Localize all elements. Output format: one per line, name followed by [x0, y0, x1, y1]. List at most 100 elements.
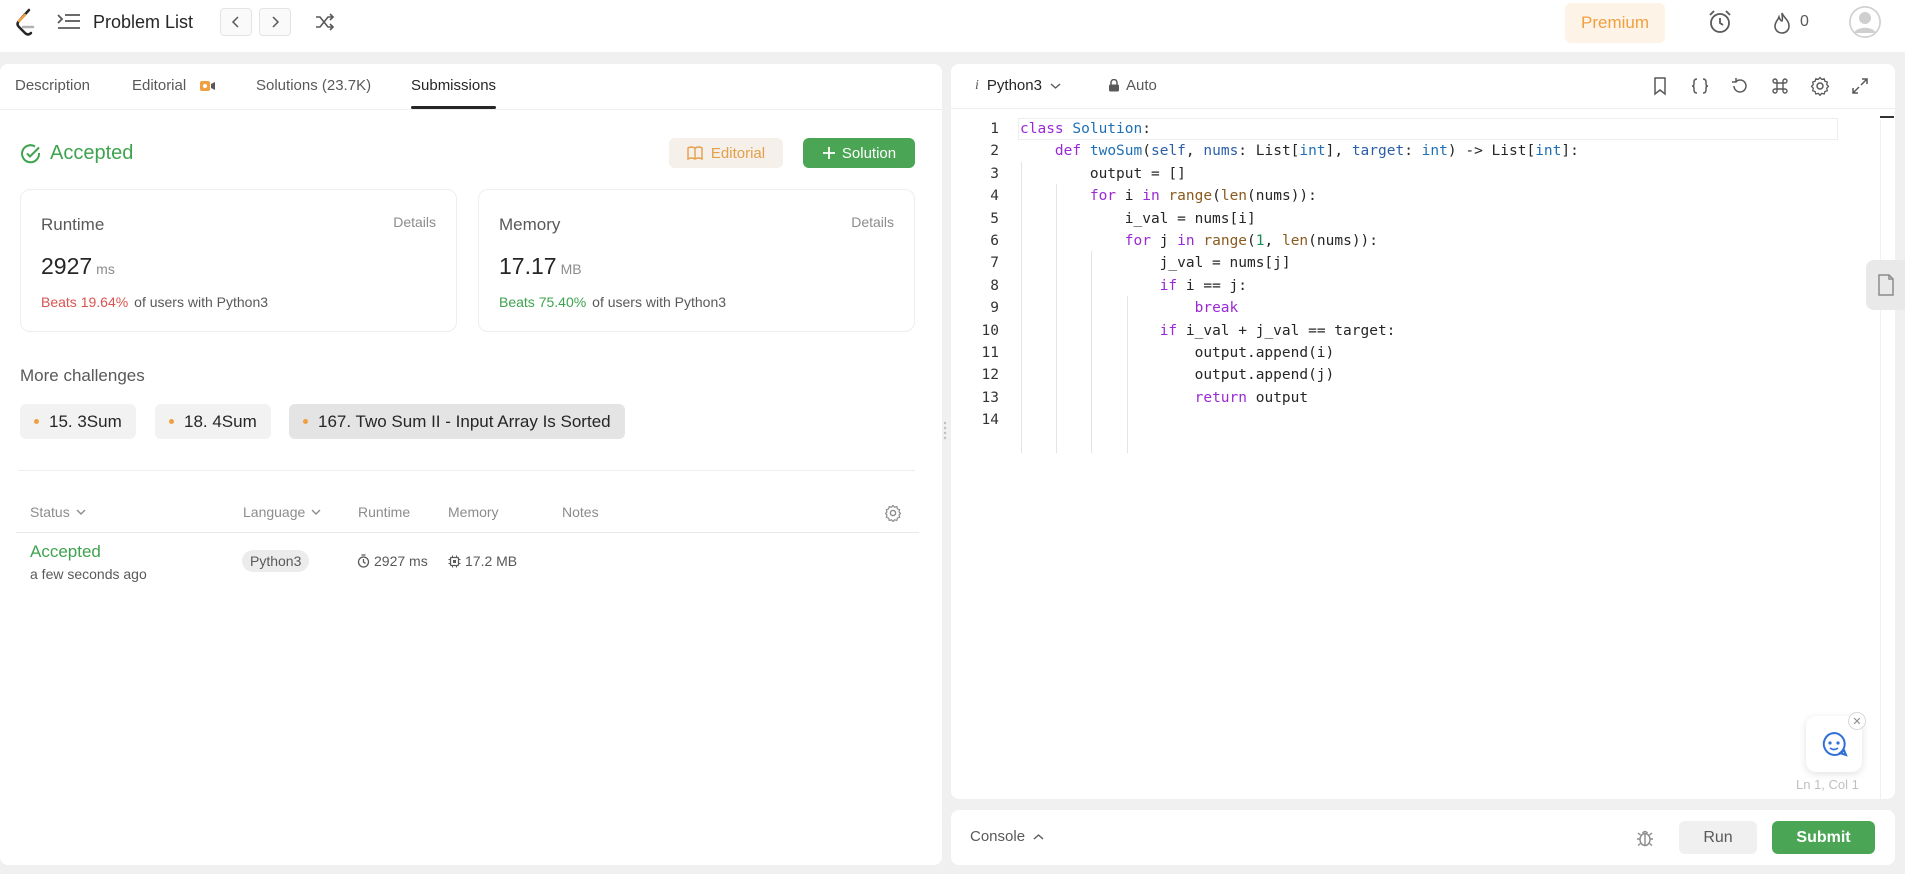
line-number: 12: [981, 367, 999, 384]
challenge-chip-label: 167. Two Sum II - Input Array Is Sorted: [318, 411, 611, 431]
code-text: for i in range(len(nums)):: [1089, 188, 1317, 205]
runtime-card[interactable]: Runtime Details 2927 ms Beats 19.64% of us…: [20, 189, 457, 332]
post-solution-button[interactable]: Solution: [803, 138, 915, 168]
tab-submissions[interactable]: Submissions: [411, 77, 496, 94]
language-header-label: Language: [243, 504, 306, 520]
status-column-header[interactable]: Status: [30, 504, 86, 520]
video-icon: [200, 81, 215, 91]
shuffle-icon[interactable]: [314, 11, 336, 33]
chip-icon: [448, 555, 461, 567]
memory-beats: Beats 75.40%: [499, 294, 587, 310]
code-text: if i == j:: [1159, 277, 1247, 294]
code-text: j_val = nums[j]: [1020, 255, 1291, 272]
code-text: class Solution:: [1020, 121, 1151, 137]
notes-header-label: Notes: [562, 504, 599, 520]
runtime-unit: ms: [96, 261, 115, 277]
code-text: for j in range(1, len(nums)):: [1124, 232, 1379, 249]
memory-card[interactable]: Memory Details 17.17 MB Beats 75.40% of us…: [478, 189, 915, 332]
run-button[interactable]: Run: [1679, 821, 1757, 854]
settings-gear-icon[interactable]: [1810, 76, 1830, 96]
code-text: def twoSum(self, nums: List[int], target…: [1054, 143, 1579, 160]
active-tab-indicator: [411, 106, 496, 109]
language-column-header[interactable]: Language: [243, 504, 321, 520]
runtime-value: 2927: [41, 253, 93, 279]
submit-button[interactable]: Submit: [1772, 821, 1875, 854]
stopwatch-icon: [357, 554, 370, 568]
tab-description[interactable]: Description: [15, 77, 90, 94]
line-number: 8: [990, 277, 999, 294]
line-number: 14: [981, 412, 999, 429]
prev-problem-button[interactable]: [220, 8, 252, 36]
chevron-right-icon: [272, 16, 280, 28]
result-status: Accepted: [20, 142, 133, 165]
streak-flame-icon[interactable]: [1771, 11, 1793, 35]
line-number: 7: [990, 255, 999, 272]
challenge-chip[interactable]: 167. Two Sum II - Input Array Is Sorted: [289, 404, 625, 439]
tab-solutions[interactable]: Solutions (23.7K): [256, 77, 371, 94]
book-icon: [687, 146, 703, 160]
code-line: 1 class Solution:: [951, 118, 1895, 140]
close-icon[interactable]: ✕: [1848, 712, 1866, 730]
code-text: if i_val + j_val == target:: [1159, 322, 1396, 339]
memory-column-header: Memory: [448, 504, 499, 520]
avatar[interactable]: [1849, 6, 1881, 38]
code-line: 2 def twoSum(self, nums: List[int], targ…: [951, 140, 1895, 162]
debug-bug-icon[interactable]: [1635, 828, 1655, 848]
code-line: 6 for j in range(1, len(nums)):: [951, 230, 1895, 252]
code-line: 14: [951, 409, 1895, 431]
console-bar: Console Run Submit: [951, 810, 1895, 865]
runtime-beats: Beats 19.64%: [41, 294, 129, 310]
runtime-details-link[interactable]: Details: [393, 214, 436, 230]
line-number: 10: [981, 322, 999, 339]
console-toggle[interactable]: Console: [970, 828, 1044, 845]
submission-memory: 17.2 MB: [448, 553, 517, 569]
submission-runtime-value: 2927 ms: [374, 553, 428, 569]
memory-header-label: Memory: [448, 504, 499, 520]
editor-scrollbar[interactable]: [1880, 120, 1881, 799]
problem-list-link[interactable]: Problem List: [93, 12, 193, 33]
code-editor-panel: i Python3 Auto 1 class Solution: 2 def t…: [951, 64, 1895, 799]
tab-editorial[interactable]: Editorial: [132, 77, 186, 94]
memory-details-link[interactable]: Details: [851, 214, 894, 230]
premium-button[interactable]: Premium: [1565, 3, 1665, 43]
scrollbar-marker: [1880, 116, 1894, 118]
line-number: 3: [990, 165, 999, 182]
chevron-down-icon: [76, 509, 86, 515]
problem-list-icon[interactable]: [56, 12, 82, 32]
leetcode-logo[interactable]: [14, 8, 38, 38]
submission-status[interactable]: Accepted: [30, 542, 101, 562]
solution-button-label: Solution: [841, 144, 897, 162]
next-problem-button[interactable]: [259, 8, 291, 36]
format-braces-icon[interactable]: [1690, 76, 1710, 96]
runtime-title: Runtime: [41, 215, 105, 234]
runtime-value-row: 2927 ms: [41, 253, 115, 280]
submission-language: Python3: [242, 550, 310, 572]
more-challenges-title: More challenges: [20, 366, 145, 385]
chevron-left-icon: [231, 16, 239, 28]
challenge-chip[interactable]: 15. 3Sum: [20, 404, 136, 439]
code-line: 11 output.append(i): [951, 342, 1895, 364]
memory-beats-row: Beats 75.40% of users with Python3: [499, 294, 726, 310]
info-icon: i: [975, 77, 979, 93]
code-editor[interactable]: 1 class Solution: 2 def twoSum(self, nums…: [951, 118, 1895, 431]
console-label: Console: [970, 828, 1026, 845]
notes-column-header: Notes: [562, 504, 599, 520]
bookmark-icon[interactable]: [1650, 76, 1670, 96]
panel-resize-handle[interactable]: [942, 420, 948, 442]
autocomplete-toggle[interactable]: Auto: [1108, 77, 1157, 94]
editorial-button[interactable]: Editorial: [669, 138, 783, 168]
reset-code-icon[interactable]: [1730, 76, 1750, 96]
difficulty-dot-icon: [169, 419, 174, 424]
notes-side-tab[interactable]: [1866, 260, 1905, 310]
alarm-clock-icon[interactable]: [1706, 8, 1734, 36]
gear-icon[interactable]: [884, 504, 902, 522]
fullscreen-icon[interactable]: [1850, 76, 1870, 96]
line-number: 2: [990, 143, 999, 160]
top-navbar: Problem List Premium 0: [0, 0, 1905, 52]
command-icon[interactable]: [1770, 76, 1790, 96]
code-text: i_val = nums[i]: [1020, 210, 1256, 227]
lock-icon: [1109, 79, 1119, 92]
editorial-button-label: Editorial: [710, 144, 766, 162]
challenge-chip[interactable]: 18. 4Sum: [155, 404, 271, 439]
language-selector[interactable]: i Python3: [975, 77, 1061, 94]
